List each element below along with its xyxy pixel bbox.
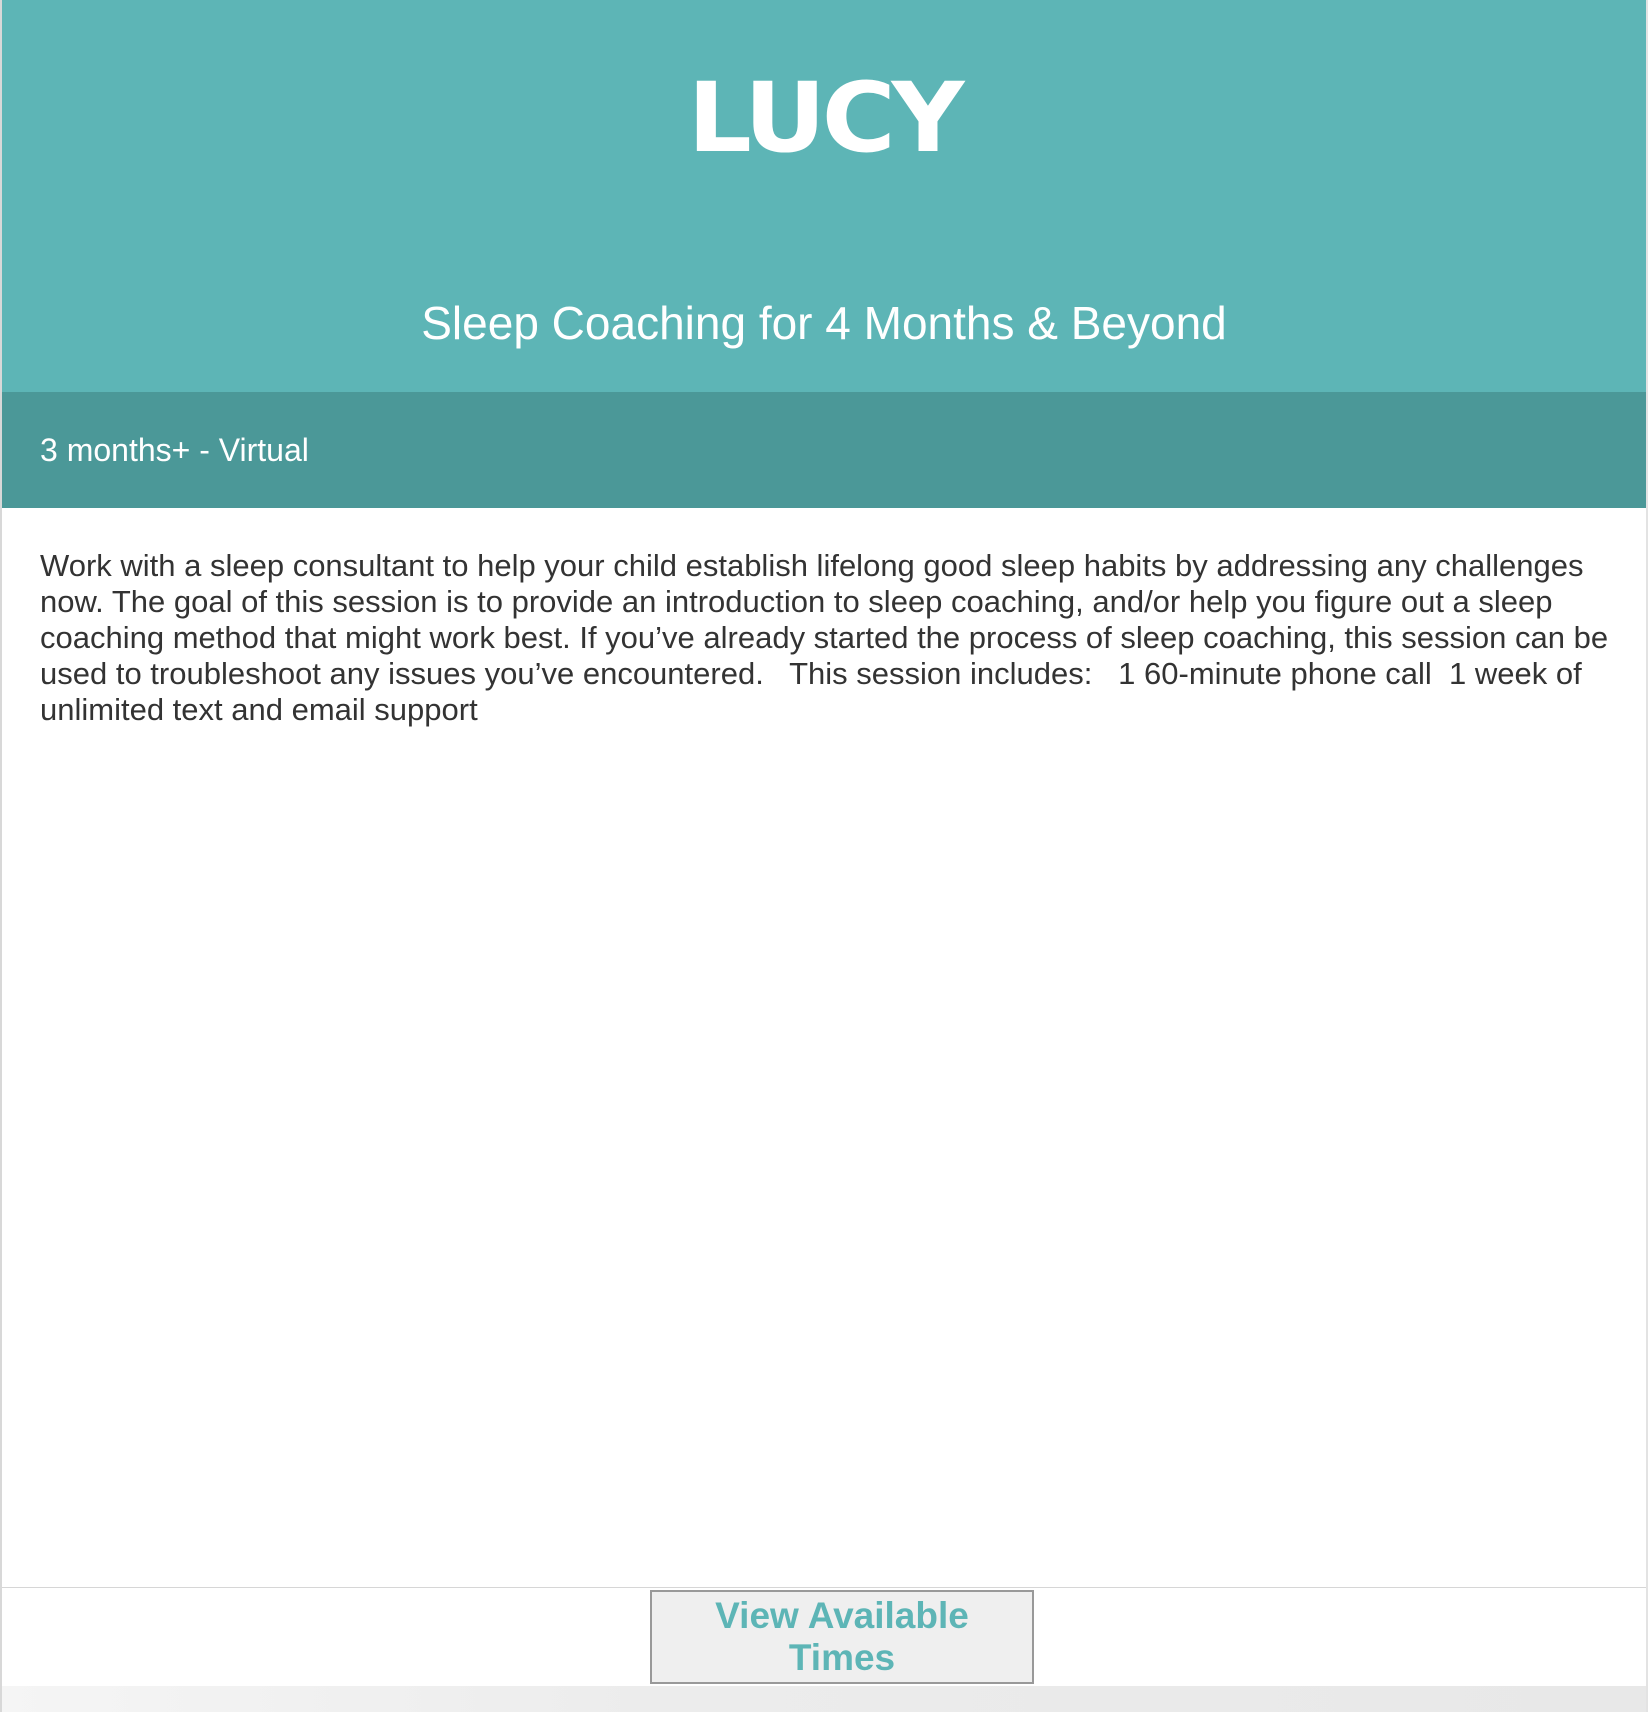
session-description: Work with a sleep consultant to help you… (40, 548, 1617, 727)
booking-panel: LUCY Sleep Coaching for 4 Months & Beyon… (0, 0, 1648, 1712)
page-title: Sleep Coaching for 4 Months & Beyond (421, 297, 1227, 349)
session-meta: 3 months+ - Virtual (40, 432, 309, 468)
header-banner: LUCY Sleep Coaching for 4 Months & Beyon… (2, 0, 1646, 392)
page: LUCY Sleep Coaching for 4 Months & Beyon… (0, 0, 1652, 1712)
bottom-strip (2, 1686, 1646, 1712)
footer-divider (2, 1587, 1646, 1588)
brand-logo: LUCY (687, 62, 965, 174)
view-available-times-button[interactable]: View Available Times (650, 1590, 1034, 1684)
